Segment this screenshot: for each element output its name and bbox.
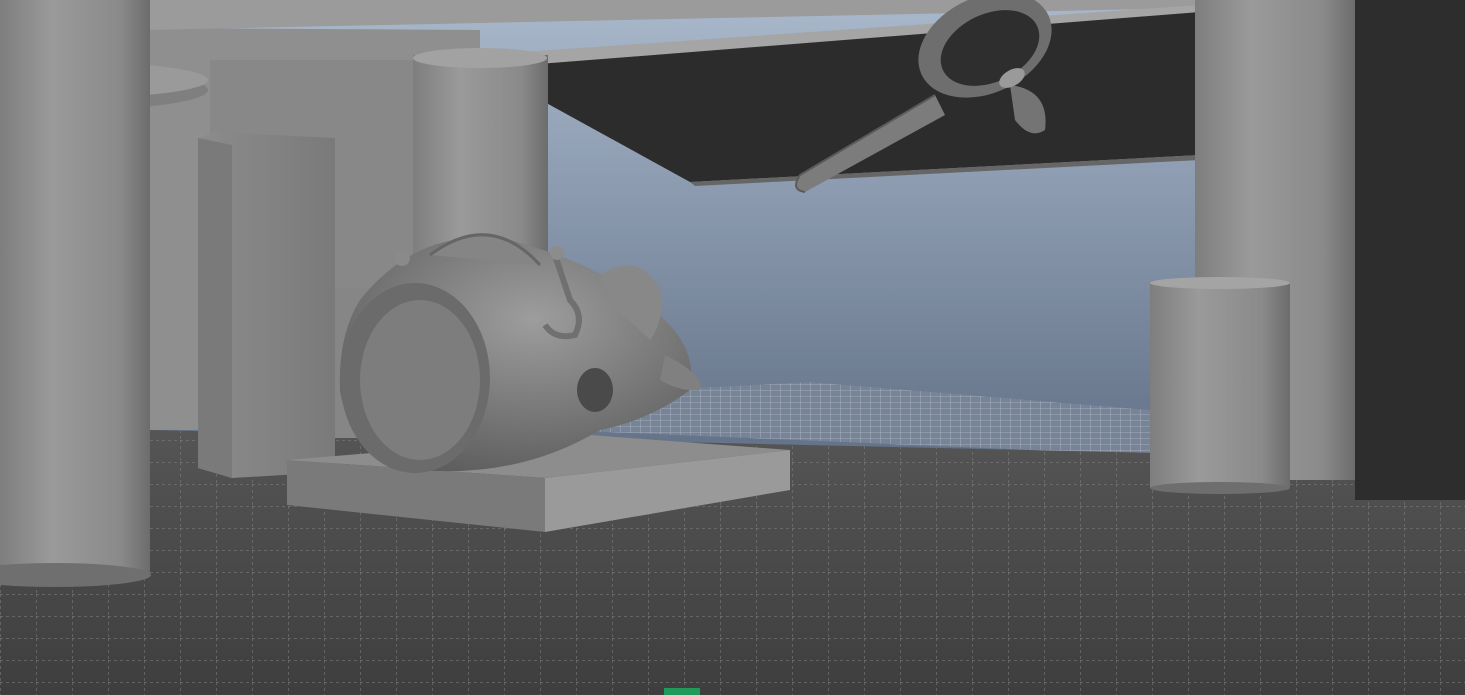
pillar-center-top — [413, 48, 547, 68]
box-tall-side — [198, 138, 232, 478]
3d-viewport[interactable] — [0, 0, 1465, 695]
cylinder-short-base — [1150, 482, 1290, 494]
wall-right — [1355, 0, 1465, 500]
origin-marker — [664, 688, 700, 695]
viewport-scene[interactable] — [0, 0, 1465, 695]
cylinder-short — [1150, 283, 1290, 488]
cylinder-short-top — [1150, 277, 1290, 289]
pillar-left — [0, 0, 150, 575]
